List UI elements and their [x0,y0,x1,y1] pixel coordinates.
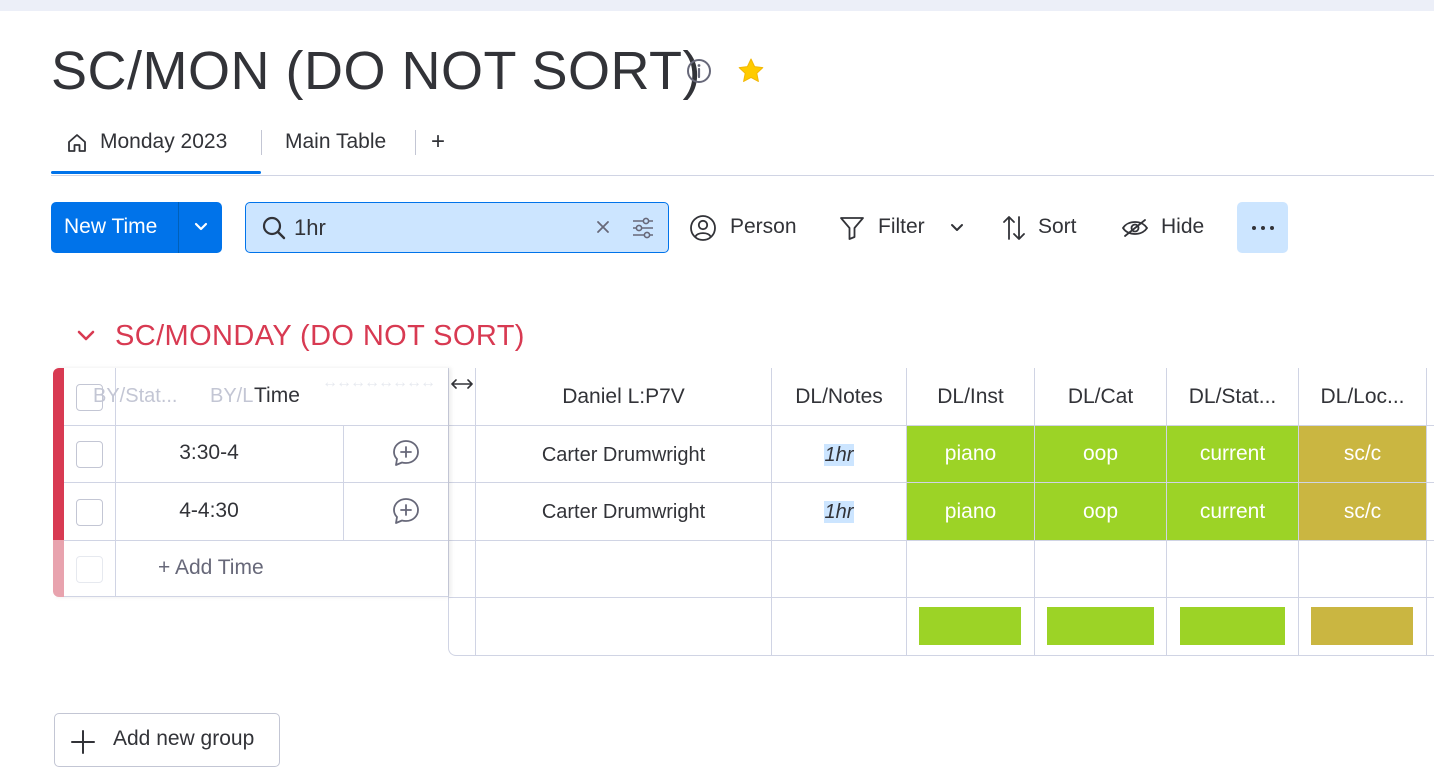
group-collapse-chevron-icon[interactable] [73,323,99,349]
add-view-button[interactable]: + [431,120,445,164]
board-title[interactable]: SC/MON (DO NOT SORT) [51,36,701,106]
chevron-down-icon[interactable] [191,216,211,236]
more-dot [1270,226,1274,230]
summary-bar-location [1311,607,1413,645]
status-cell-status[interactable]: current [1167,483,1298,540]
filter-label: Filter [878,215,925,238]
tab-separator [415,130,416,155]
row-checkbox [76,556,103,583]
status-cell-cat[interactable]: oop [1035,426,1166,482]
tab-separator [261,130,262,155]
status-cell-cat[interactable]: oop [1035,483,1166,540]
sort-label: Sort [1038,215,1077,238]
column-divider [1426,368,1427,655]
status-cell-inst[interactable]: piano [907,426,1034,482]
column-header-notes[interactable]: DL/Notes [772,368,906,425]
more-dot [1252,226,1256,230]
hide-button[interactable]: Hide [1120,202,1220,252]
add-item-row[interactable]: + Add Time [64,540,448,597]
person-cell[interactable]: Carter Drumwright [476,483,771,541]
row-divider [449,597,1434,598]
status-cell-inst[interactable]: piano [907,483,1034,540]
resize-arrows-icon[interactable] [450,374,474,394]
notes-cell[interactable]: 1hr [772,426,906,484]
column-divider [343,425,344,482]
table-row[interactable]: 4-4:30 [64,483,448,541]
notes-value: 1hr [823,501,855,523]
tabs-divider [51,175,1434,176]
column-header-inst[interactable]: DL/Inst [907,368,1034,425]
tab-main-table[interactable]: Main Table [285,120,386,164]
add-new-group-label: Add new group [113,727,255,750]
add-update-icon[interactable] [391,438,421,468]
summary-bar-status [1180,607,1285,645]
add-new-group-button[interactable]: Add new group [54,713,280,767]
search-input[interactable]: 1hr [245,202,669,253]
item-name[interactable]: 4-4:30 [124,483,294,539]
group-color-bar [53,368,64,540]
column-header-time[interactable]: Time [254,368,300,424]
column-divider [115,483,116,540]
hide-label: Hide [1161,215,1205,238]
button-divider [178,202,179,253]
notes-cell[interactable]: 1hr [772,483,906,541]
status-cell-status[interactable]: current [1167,426,1298,482]
chevron-down-icon[interactable] [948,220,966,236]
add-update-icon[interactable] [391,496,421,526]
person-icon [690,215,716,241]
filter-button[interactable]: Filter [838,202,970,252]
column-resize-guide: ↔↔↔↔↔↔↔↔ [322,374,436,391]
person-label: Person [730,215,797,238]
status-cell-location[interactable]: sc/c [1299,426,1426,482]
column-header-location[interactable]: DL/Loc... [1299,368,1426,425]
notes-value: 1hr [823,444,855,466]
column-divider [115,425,116,482]
filter-icon [840,217,864,240]
new-item-button[interactable]: New Time [51,202,222,253]
tab-monday-2023[interactable]: Monday 2023 [64,120,266,164]
row-checkbox[interactable] [76,441,103,468]
plus-icon [71,730,95,754]
ghost-column-header: BY/L [210,385,254,407]
row-checkbox[interactable] [76,499,103,526]
home-icon [68,134,86,152]
column-header-daniel[interactable]: Daniel L:P7V [476,368,771,425]
sort-button[interactable]: Sort [1000,202,1090,252]
info-icon[interactable] [686,58,712,84]
status-cell-location[interactable]: sc/c [1299,483,1426,540]
ghost-column-header: BY/Stat... [93,385,178,407]
top-strip [0,0,1434,11]
table-row[interactable]: 3:30-4 [64,425,448,483]
column-divider [115,540,116,596]
new-item-label: New Time [64,215,158,238]
search-options-icon[interactable] [630,215,656,241]
sort-icon [1003,216,1025,240]
group-title[interactable]: SC/MONDAY (DO NOT SORT) [115,316,525,356]
more-dot [1261,226,1265,230]
person-cell[interactable]: Carter Drumwright [476,426,771,484]
search-value: 1hr [294,215,326,240]
tab-label: Monday 2023 [100,130,228,153]
close-icon[interactable] [594,218,612,236]
group-table-scroll-area: Daniel L:P7V DL/Notes DL/Inst DL/Cat DL/… [448,368,1434,656]
search-icon [262,216,286,240]
group-table-fixed-columns: BY/Stat... BY/L Time 3:30-4 4-4:30 + Add… [53,368,448,597]
person-filter-button[interactable]: Person [689,202,809,252]
more-options-button[interactable] [1237,202,1288,253]
column-header-status[interactable]: DL/Stat... [1167,368,1298,425]
star-icon[interactable] [736,56,766,86]
column-header-cat[interactable]: DL/Cat [1035,368,1166,425]
item-name[interactable]: 3:30-4 [124,425,294,481]
summary-bar-cat [1047,607,1154,645]
column-divider [343,483,344,540]
eye-off-icon [1121,219,1149,237]
group-color-bar-footer [53,540,64,597]
active-tab-indicator [51,171,261,174]
summary-bar-inst [919,607,1021,645]
add-item-input[interactable]: + Add Time [158,540,264,596]
